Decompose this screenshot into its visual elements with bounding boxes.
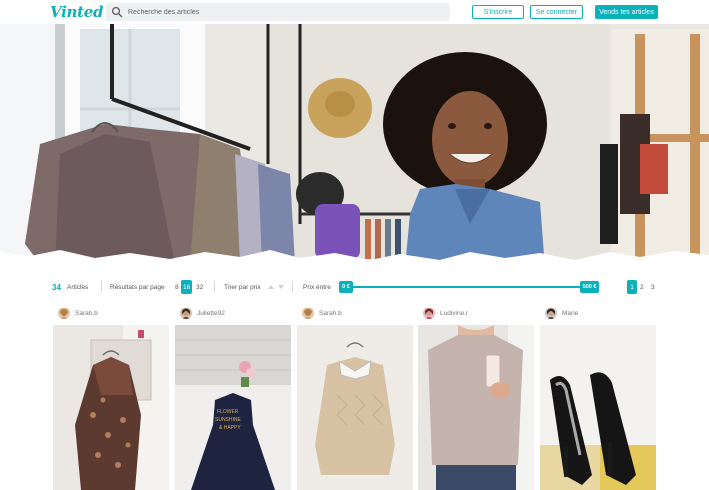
product-card[interactable]: Sarah.b bbox=[297, 305, 413, 490]
seller-info[interactable]: Sarah.b bbox=[58, 307, 98, 319]
svg-text:SUNSHINE: SUNSHINE bbox=[215, 417, 242, 423]
per-page-option-16[interactable]: 16 bbox=[181, 280, 193, 294]
top-header: Vinted S'inscrire Se connecter Vends tes… bbox=[0, 0, 709, 24]
sell-items-button[interactable]: Vends tes articles bbox=[595, 5, 658, 19]
avatar bbox=[423, 307, 435, 319]
page-2[interactable]: 2 bbox=[640, 280, 644, 294]
avatar bbox=[180, 307, 192, 319]
divider bbox=[101, 281, 102, 292]
product-photo[interactable] bbox=[418, 325, 534, 490]
hero-illustration bbox=[0, 24, 709, 268]
avatar bbox=[302, 307, 314, 319]
page-3[interactable]: 3 bbox=[651, 280, 655, 294]
search-icon bbox=[111, 6, 123, 18]
per-page-option-32[interactable]: 32 bbox=[194, 280, 205, 294]
product-card[interactable]: Sarah.b bbox=[53, 305, 169, 490]
sort-label[interactable]: Trier par prix bbox=[224, 280, 261, 294]
page-1[interactable]: 1 bbox=[627, 280, 637, 294]
sort-arrows-icon[interactable] bbox=[266, 280, 286, 294]
articles-label: Articles bbox=[67, 283, 89, 291]
product-card[interactable]: Ludivine.r bbox=[418, 305, 534, 490]
search-input[interactable] bbox=[128, 3, 446, 21]
per-page-option-8[interactable]: 8 bbox=[173, 280, 181, 294]
avatar bbox=[58, 307, 70, 319]
per-page-label: Résultats par page bbox=[110, 283, 165, 291]
filter-bar: 34 Articles Résultats par page 8 16 32 T… bbox=[0, 280, 709, 296]
price-slider-track[interactable] bbox=[346, 286, 592, 288]
product-photo[interactable] bbox=[297, 325, 413, 490]
product-photo[interactable] bbox=[53, 325, 169, 490]
price-max-handle[interactable]: 500 € bbox=[580, 281, 599, 293]
article-count: 34 bbox=[52, 282, 61, 292]
product-card[interactable]: Juliette92 FLOWER SUNSHINE & HAPPY bbox=[175, 305, 291, 490]
seller-username: Juliette92 bbox=[197, 309, 225, 317]
register-button[interactable]: S'inscrire bbox=[472, 5, 524, 19]
price-min-handle[interactable]: 0 € bbox=[339, 281, 353, 293]
seller-info[interactable]: Ludivine.r bbox=[423, 307, 468, 319]
product-photo[interactable] bbox=[540, 325, 656, 490]
product-photo[interactable]: FLOWER SUNSHINE & HAPPY bbox=[175, 325, 291, 490]
hero-banner bbox=[0, 24, 709, 268]
seller-info[interactable]: Marie bbox=[545, 307, 578, 319]
seller-username: Sarah.b bbox=[75, 309, 98, 317]
price-range-label: Prix entre bbox=[303, 283, 331, 291]
divider bbox=[214, 281, 215, 292]
product-card[interactable]: Marie bbox=[540, 305, 656, 490]
seller-username: Sarah.b bbox=[319, 309, 342, 317]
seller-username: Ludivine.r bbox=[440, 309, 469, 317]
divider bbox=[292, 281, 293, 292]
search-bar[interactable] bbox=[106, 3, 450, 21]
seller-info[interactable]: Sarah.b bbox=[302, 307, 342, 319]
avatar bbox=[545, 307, 557, 319]
seller-info[interactable]: Juliette92 bbox=[180, 307, 225, 319]
svg-text:FLOWER: FLOWER bbox=[217, 409, 239, 415]
login-button[interactable]: Se connecter bbox=[530, 5, 583, 19]
seller-username: Marie bbox=[562, 309, 579, 317]
vinted-logo[interactable]: Vinted bbox=[50, 3, 103, 21]
svg-text:& HAPPY: & HAPPY bbox=[219, 425, 241, 431]
